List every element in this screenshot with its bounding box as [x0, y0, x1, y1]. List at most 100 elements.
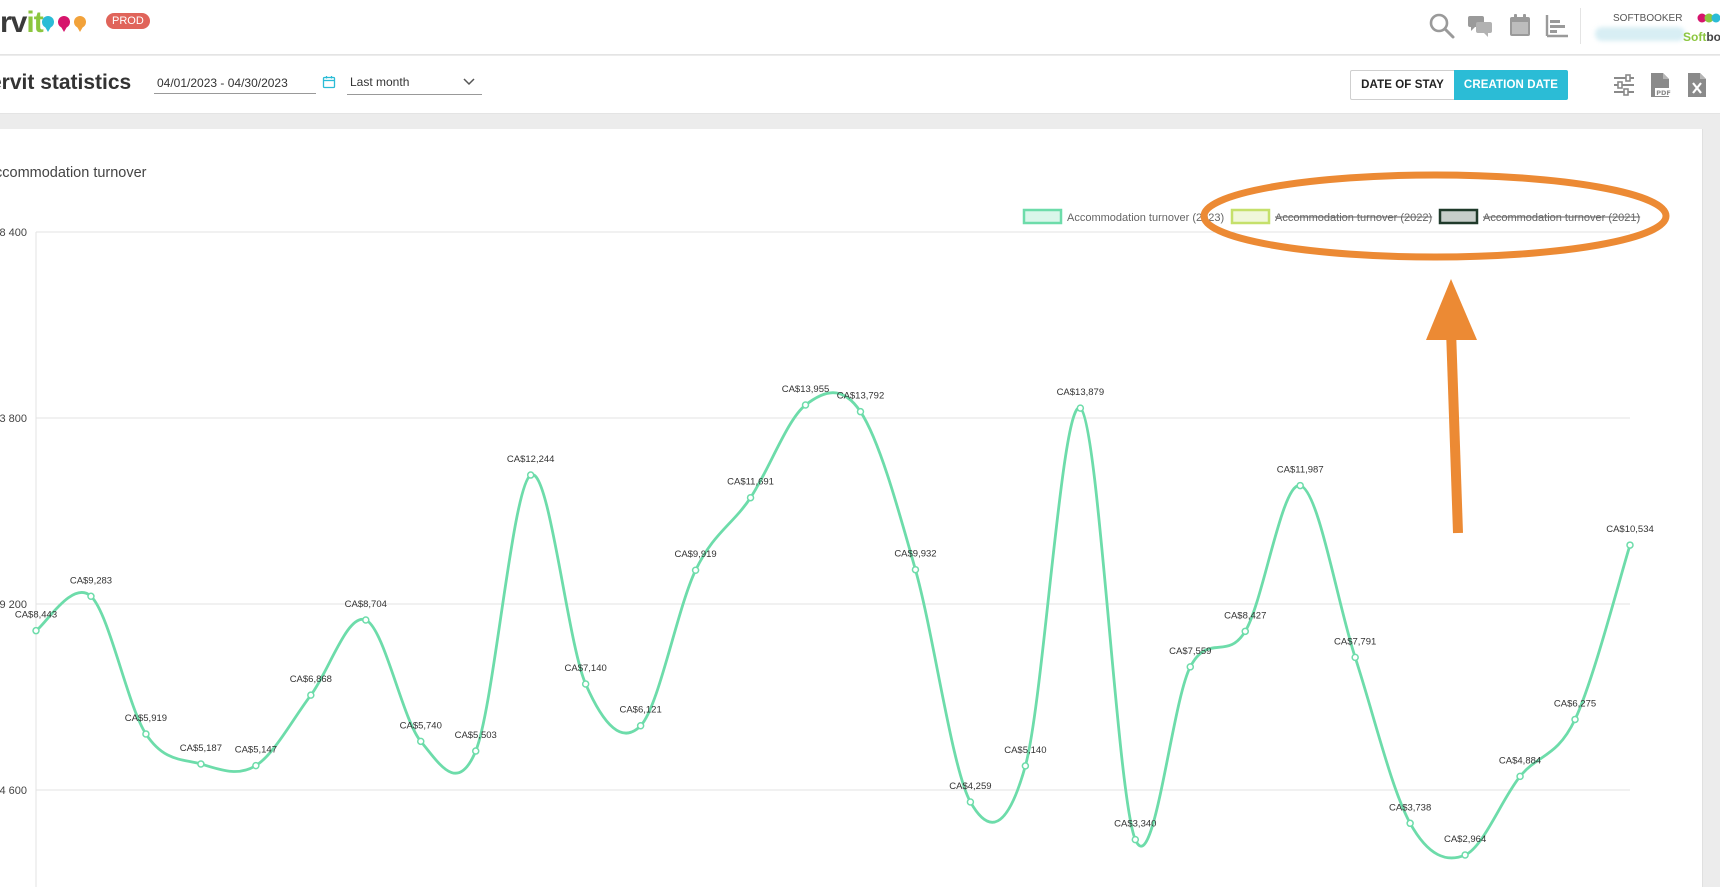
data-point: [966, 798, 975, 806]
data-point: [252, 761, 260, 770]
series-line-2023: [35, 391, 1632, 860]
data-point: [581, 680, 590, 688]
data-point: [197, 760, 205, 768]
data-label: CA$6,275: [1554, 698, 1596, 709]
chevron-down-icon: [463, 78, 475, 86]
data-point: [526, 471, 535, 479]
data-point: [1516, 772, 1524, 781]
user-detail-blurred: [1595, 27, 1685, 41]
date-of-stay-toggle[interactable]: DATE OF STAY: [1350, 70, 1454, 100]
chart-gridlines: [35, 231, 1630, 887]
data-point: [307, 691, 315, 699]
legend-label: Accommodation turnover (2023): [1067, 212, 1224, 224]
date-range-input[interactable]: [154, 72, 316, 94]
data-label: CA$13,955: [782, 384, 830, 395]
statistics-icon[interactable]: [1543, 12, 1571, 40]
turnover-line-chart: 8 4003 8009 2004 600 Accommodation turno…: [0, 208, 1654, 887]
data-point: [1351, 653, 1359, 662]
data-point: [911, 565, 920, 574]
data-label: CA$5,919: [125, 713, 167, 724]
data-label: CA$5,503: [455, 730, 497, 741]
data-label: CA$6,868: [290, 674, 332, 685]
data-point: [1076, 404, 1085, 412]
y-tick-label: 4 600: [0, 785, 27, 797]
period-selected-value: Last month: [350, 75, 410, 89]
data-point: [691, 566, 700, 574]
data-label: CA$5,147: [235, 745, 277, 756]
data-point: [87, 592, 95, 601]
brand-logo: Softboo: [1683, 30, 1720, 44]
data-label: CA$11,987: [1277, 465, 1324, 476]
data-label: CA$9,932: [894, 549, 936, 560]
data-point: [1461, 851, 1469, 859]
brand-pins-icon: [1697, 13, 1720, 23]
data-point: [1626, 541, 1634, 549]
app-logo[interactable]: rvit: [0, 6, 44, 39]
date-picker-calendar-icon[interactable]: [322, 75, 336, 89]
brand-text-dark: boo: [1706, 30, 1720, 44]
logo-accent: it: [26, 6, 43, 39]
legend-swatch: [1230, 208, 1271, 225]
data-label: CA$10,534: [1606, 524, 1654, 535]
data-point: [856, 407, 865, 416]
excel-export-icon[interactable]: [1685, 72, 1709, 98]
data-label: CA$13,879: [1057, 387, 1105, 398]
topbar-divider: [1580, 8, 1581, 44]
data-label: CA$6,121: [619, 705, 661, 716]
data-point: [801, 401, 810, 409]
filter-settings-icon[interactable]: [1612, 72, 1636, 98]
data-label: CA$5,740: [400, 720, 442, 731]
data-label: CA$4,259: [949, 781, 991, 792]
data-point: [471, 747, 480, 755]
data-label: CA$7,140: [565, 663, 607, 674]
series-data-labels: CA$8,443 CA$9,283 CA$5,919 CA$5,187 CA$5,147…: [15, 384, 1654, 845]
data-label: CA$8,704: [345, 599, 387, 610]
data-point: [417, 737, 425, 746]
period-select[interactable]: Last month: [347, 71, 482, 95]
environment-badge: PROD: [106, 13, 150, 29]
data-label: CA$5,140: [1004, 745, 1046, 756]
creation-date-toggle[interactable]: CREATION DATE: [1454, 70, 1568, 100]
data-label: CA$7,791: [1334, 636, 1376, 647]
data-label: CA$3,738: [1389, 802, 1431, 813]
data-label: CA$7,559: [1169, 646, 1211, 657]
data-label: CA$9,919: [674, 549, 716, 560]
pdf-export-icon[interactable]: PDF: [1648, 72, 1672, 98]
legend-swatch: [1022, 208, 1063, 225]
data-point: [1021, 762, 1030, 770]
y-axis-ticks: 8 4003 8009 2004 600: [0, 227, 27, 797]
data-label: CA$2,964: [1444, 834, 1486, 845]
logo-pins-icon: [42, 16, 86, 32]
data-point: [1186, 663, 1195, 671]
data-label: CA$8,443: [15, 610, 57, 621]
user-account-name[interactable]: SOFTBOOKER: [1613, 13, 1682, 24]
data-label: CA$3,340: [1114, 819, 1156, 830]
data-point: [362, 616, 370, 624]
data-point: [1131, 835, 1140, 844]
chart-legend: Accommodation turnover (2023) Accommodati…: [1022, 208, 1641, 225]
chat-icon[interactable]: [1466, 12, 1494, 40]
data-label: CA$12,244: [507, 454, 555, 465]
data-point: [142, 730, 150, 738]
legend-label: Accommodation turnover (2021): [1483, 212, 1640, 224]
data-point: [1296, 481, 1304, 490]
data-label: CA$11,691: [727, 477, 774, 488]
data-label: CA$13,792: [837, 391, 885, 402]
search-icon[interactable]: [1428, 12, 1456, 40]
y-tick-label: 3 800: [0, 413, 27, 425]
statistics-toolbar: ervit statistics Last month DATE OF STAY…: [0, 56, 1720, 114]
data-point: [1406, 819, 1414, 828]
brand-text: Soft: [1683, 30, 1707, 44]
top-navbar: rvit PROD SOFTBOOKER Softboo: [0, 0, 1720, 55]
legend-swatch: [1438, 208, 1479, 225]
calendar-icon[interactable]: [1506, 12, 1534, 40]
page-title: ervit statistics: [0, 71, 132, 94]
data-point: [636, 721, 645, 730]
y-tick-label: 8 400: [0, 227, 27, 239]
data-label: CA$9,283: [70, 575, 112, 586]
data-point: [746, 493, 755, 502]
data-point: [1241, 627, 1249, 636]
data-label: CA$4,884: [1499, 755, 1541, 766]
data-point: [1571, 715, 1579, 724]
data-label: CA$8,427: [1224, 610, 1266, 621]
